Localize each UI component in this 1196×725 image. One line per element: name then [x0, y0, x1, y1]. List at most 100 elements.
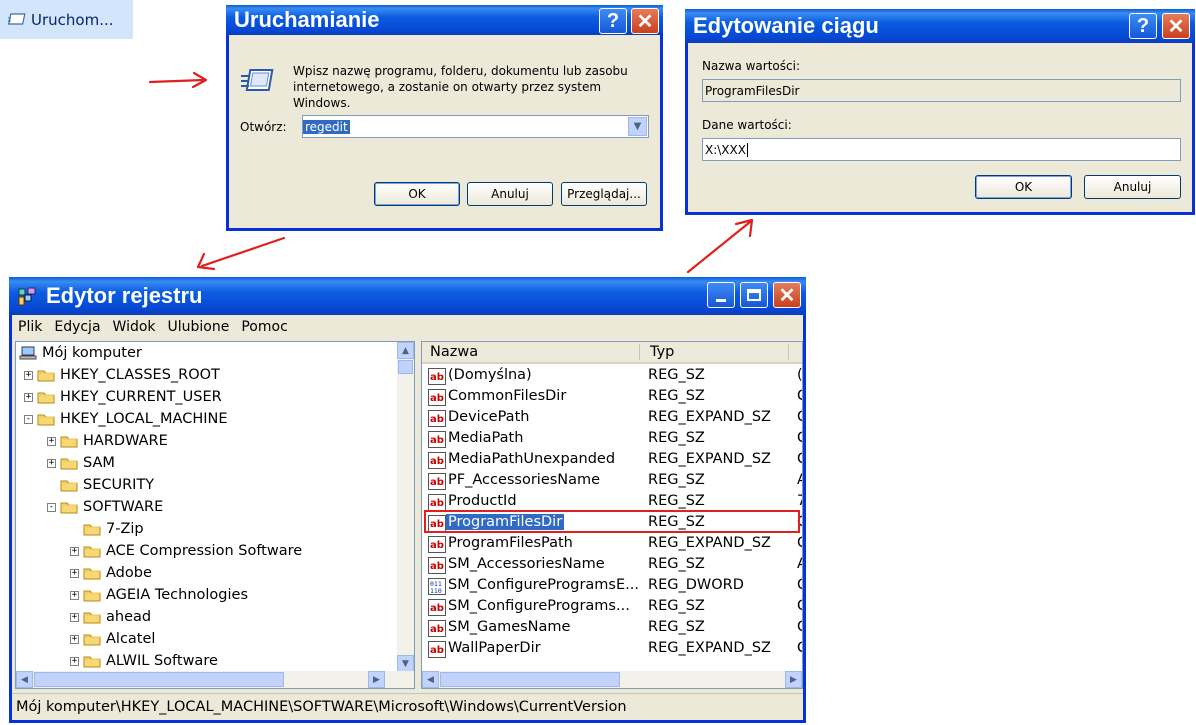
tree-item[interactable]: 7-Zip	[70, 518, 144, 540]
tree-item[interactable]: + Adobe	[70, 562, 152, 584]
menu-edit[interactable]: Edycja	[48, 319, 106, 335]
open-input[interactable]: regedit	[303, 119, 350, 134]
column-divider[interactable]	[639, 344, 640, 360]
value-name-field: ProgramFilesDir	[702, 79, 1181, 102]
folder-icon	[37, 370, 55, 382]
tree-item[interactable]: + HKEY_CLASSES_ROOT	[24, 364, 220, 386]
svg-text:ab: ab	[430, 414, 444, 425]
svg-text:ab: ab	[430, 498, 444, 509]
ok-button[interactable]: OK	[374, 182, 460, 206]
menu-bar: Plik Edycja Widok Ulubione Pomoc	[12, 315, 803, 339]
tree-item[interactable]: - HKEY_LOCAL_MACHINE	[24, 408, 228, 430]
tree-item[interactable]: + AGEIA Technologies	[70, 584, 248, 606]
expand-toggle-icon[interactable]: +	[70, 656, 79, 666]
expand-toggle-icon[interactable]: +	[70, 568, 79, 578]
folder-icon	[83, 546, 101, 558]
tree-item-label: SAM	[83, 455, 115, 471]
expand-toggle-icon[interactable]: +	[70, 612, 79, 622]
column-divider[interactable]	[788, 344, 789, 360]
cancel-button[interactable]: Anuluj	[467, 182, 553, 206]
ok-button[interactable]: OK	[975, 175, 1072, 199]
menu-file[interactable]: Plik	[12, 319, 48, 335]
scroll-right-icon[interactable]: ▶	[368, 671, 385, 688]
svg-text:ab: ab	[430, 393, 444, 404]
close-button[interactable]: ✕	[773, 282, 801, 308]
tree-item-label: SOFTWARE	[83, 499, 164, 515]
annotation-arrow-right	[148, 71, 208, 89]
maximize-button[interactable]	[740, 282, 768, 308]
expand-toggle-icon[interactable]: +	[47, 458, 56, 468]
tree-item[interactable]: + HKEY_CURRENT_USER	[24, 386, 222, 408]
value-name: SM_GamesName	[448, 619, 571, 635]
value-row[interactable]: ab (Domyślna) REG_SZ (	[424, 366, 802, 387]
tree-item[interactable]: + ahead	[70, 606, 151, 628]
svg-text:ab: ab	[430, 603, 444, 614]
edit-dialog-titlebar: Edytowanie ciągu ? ✕	[685, 9, 1195, 43]
tree-item[interactable]: + ACE Compression Software	[70, 540, 302, 562]
expand-toggle-icon[interactable]: +	[24, 370, 33, 380]
svg-text:ab: ab	[430, 435, 444, 446]
close-button[interactable]: ✕	[1162, 13, 1190, 39]
expand-toggle-icon[interactable]: +	[70, 634, 79, 644]
value-row[interactable]: 011110SM_ConfigureProgramsE... REG_DWORD C	[424, 576, 802, 597]
scroll-left-icon[interactable]: ◀	[16, 671, 33, 688]
value-row[interactable]: ab ProgramFilesPath REG_EXPAND_SZ C	[424, 534, 802, 555]
value-row[interactable]: ab SM_ConfigurePrograms... REG_SZ C	[424, 597, 802, 618]
value-row[interactable]: ab PF_AccessoriesName REG_SZ A	[424, 471, 802, 492]
tree-item-label: SECURITY	[83, 477, 155, 493]
tree-item[interactable]: Mój komputer	[19, 342, 142, 364]
column-type[interactable]: Typ	[650, 344, 674, 360]
value-data: C	[797, 619, 802, 635]
open-combobox[interactable]: regedit ▼	[302, 115, 649, 138]
scroll-right-icon[interactable]: ▶	[785, 671, 802, 688]
value-row[interactable]: ab DevicePath REG_EXPAND_SZ C	[424, 408, 802, 429]
value-name: MediaPath	[448, 430, 524, 446]
expand-toggle-icon[interactable]: +	[47, 436, 56, 446]
svg-text:ab: ab	[430, 540, 444, 551]
menu-view[interactable]: Widok	[107, 319, 162, 335]
value-row[interactable]: ab MediaPathUnexpanded REG_EXPAND_SZ C	[424, 450, 802, 471]
tree-item[interactable]: + SAM	[47, 452, 115, 474]
tree-item[interactable]: + Alcatel	[70, 628, 155, 650]
value-type: REG_SZ	[648, 430, 705, 446]
values-horizontal-scrollbar[interactable]: ◀ ▶	[422, 671, 802, 688]
value-row[interactable]: ab WallPaperDir REG_EXPAND_SZ C	[424, 639, 802, 660]
value-row[interactable]: ab MediaPath REG_SZ C	[424, 429, 802, 450]
value-row[interactable]: ab CommonFilesDir REG_SZ C	[424, 387, 802, 408]
string-value-icon: ab	[428, 599, 446, 616]
tree-item[interactable]: SECURITY	[47, 474, 154, 496]
expand-toggle-icon[interactable]: +	[70, 590, 79, 600]
expand-toggle-icon[interactable]: -	[24, 414, 33, 424]
tree-item[interactable]: + HARDWARE	[47, 430, 168, 452]
value-data-input[interactable]: X:\XXX	[702, 138, 1181, 161]
tree-vertical-scrollbar[interactable]: ▲ ▼	[397, 342, 414, 672]
value-data: C	[797, 409, 802, 425]
scroll-down-icon[interactable]: ▼	[397, 655, 414, 672]
value-row[interactable]: ab SM_GamesName REG_SZ C	[424, 618, 802, 639]
tree-item[interactable]: - SOFTWARE	[47, 496, 163, 518]
tree-item[interactable]: + ALWIL Software	[70, 650, 218, 672]
scroll-thumb[interactable]	[398, 360, 413, 374]
menu-favorites[interactable]: Ulubione	[162, 319, 236, 335]
tree-horizontal-scrollbar[interactable]: ◀ ▶	[16, 671, 414, 688]
browse-button[interactable]: Przeglądaj...	[561, 182, 647, 206]
expand-toggle-icon[interactable]: -	[47, 502, 56, 512]
value-row[interactable]: ab SM_AccessoriesName REG_SZ A	[424, 555, 802, 576]
menu-help[interactable]: Pomoc	[235, 319, 293, 335]
cancel-button[interactable]: Anuluj	[1084, 175, 1181, 199]
scroll-left-icon[interactable]: ◀	[422, 671, 439, 688]
tree-item-label: ALWIL Software	[106, 653, 218, 669]
minimize-button[interactable]	[707, 282, 735, 308]
tree-item-label: 7-Zip	[106, 521, 144, 537]
chevron-down-icon[interactable]: ▼	[628, 117, 647, 136]
start-menu-run-item[interactable]: Uruchom...	[0, 0, 133, 39]
help-button[interactable]: ?	[599, 8, 627, 34]
expand-toggle-icon[interactable]: +	[70, 546, 79, 556]
scroll-up-icon[interactable]: ▲	[397, 342, 414, 359]
column-name[interactable]: Nazwa	[430, 344, 478, 360]
expand-toggle-icon[interactable]: +	[24, 392, 33, 402]
scroll-thumb[interactable]	[34, 672, 284, 687]
scroll-thumb[interactable]	[440, 672, 620, 687]
close-button[interactable]: ✕	[631, 8, 659, 34]
help-button[interactable]: ?	[1129, 13, 1157, 39]
